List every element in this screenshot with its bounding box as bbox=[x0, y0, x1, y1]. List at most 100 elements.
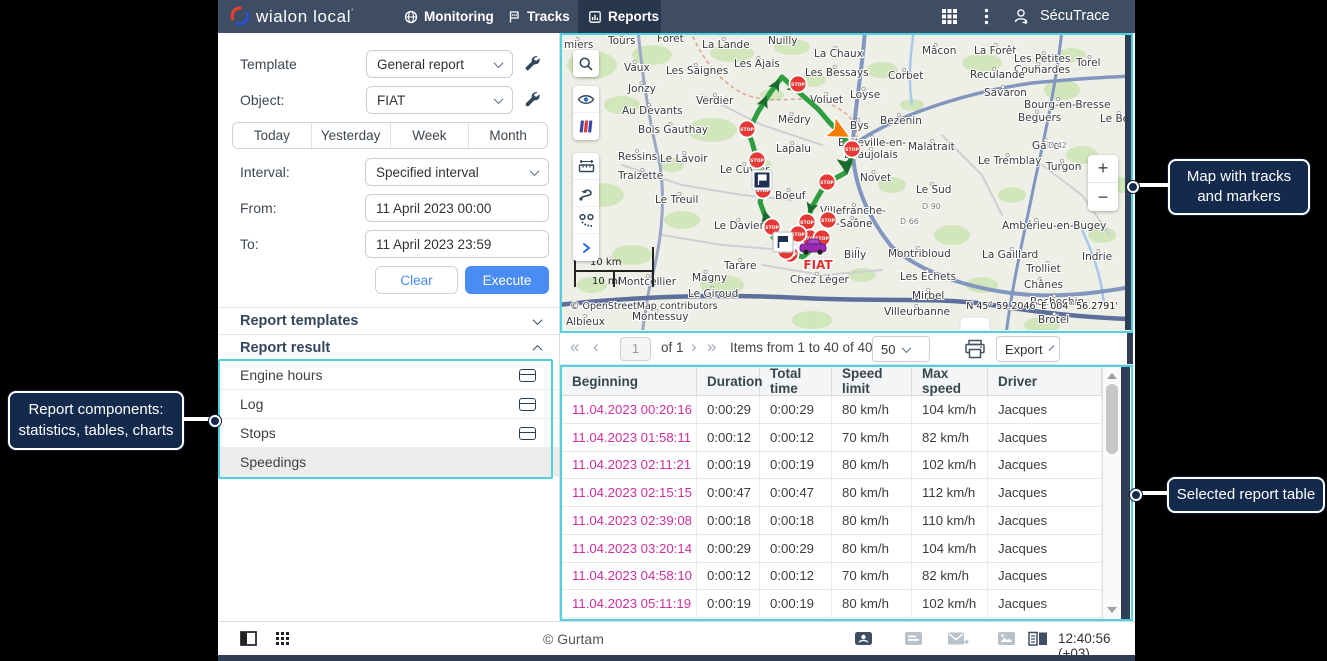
apps-dots-icon[interactable] bbox=[275, 631, 290, 651]
parking-flag-marker[interactable] bbox=[752, 170, 772, 190]
beginning-time-link[interactable]: 11.04.2023 05:11:19 bbox=[562, 590, 697, 617]
export-label: Export bbox=[1005, 342, 1043, 357]
user-account-name[interactable]: SécuTrace bbox=[1040, 8, 1110, 24]
wialon-logo-icon[interactable] bbox=[230, 6, 250, 26]
scrollbar-thumb[interactable] bbox=[1106, 384, 1118, 454]
map-panel[interactable]: miersToursForêtLa LandeNuillyLa ChauxMâc… bbox=[560, 33, 1133, 333]
operator-notices-icon[interactable] bbox=[854, 631, 873, 652]
media-icon[interactable] bbox=[997, 631, 1016, 652]
brand-name[interactable]: wialon localʼ bbox=[256, 7, 354, 27]
page-size-select[interactable]: 50 bbox=[872, 336, 930, 362]
interval-select[interactable]: Specified interval bbox=[365, 158, 549, 186]
map-place-label: Reculande bbox=[970, 69, 1025, 81]
expand-panel-icon[interactable] bbox=[573, 234, 599, 261]
map-search-icon[interactable] bbox=[573, 50, 599, 77]
speedings-table: BeginningDurationTotal timeSpeed limitMa… bbox=[562, 367, 1102, 619]
toggle-left-panel-icon[interactable] bbox=[240, 631, 257, 651]
zoom-out-button[interactable]: − bbox=[1088, 183, 1118, 211]
route-icon[interactable] bbox=[573, 180, 599, 207]
messages-icon[interactable] bbox=[947, 631, 969, 652]
scroll-down-arrow[interactable] bbox=[1107, 607, 1117, 613]
template-select[interactable]: General report bbox=[366, 50, 513, 78]
stop-marker[interactable]: STOP bbox=[820, 212, 837, 229]
period-yesterday-button[interactable]: Yesterday bbox=[312, 123, 391, 148]
map-layers-icon[interactable] bbox=[573, 113, 599, 140]
status-bar: © Gurtam 12:40:56 (+03) bbox=[218, 621, 1135, 655]
table-cell: 80 km/h bbox=[832, 535, 912, 562]
map-place-label: Chânes bbox=[1024, 279, 1063, 291]
ruler-icon[interactable] bbox=[573, 153, 599, 180]
clear-button[interactable]: Clear bbox=[375, 266, 458, 294]
to-datetime-input[interactable]: 11 April 2023 23:59 bbox=[365, 230, 549, 258]
report-pagination-bar: « ‹ 1 of 1 › » Items from 1 to 40 of 40 … bbox=[560, 333, 1133, 365]
nav-reports[interactable]: Reports bbox=[578, 0, 661, 33]
template-label: Template bbox=[240, 56, 297, 72]
table-row[interactable]: 11.04.2023 02:39:080:00:180:00:1880 km/h… bbox=[562, 507, 1102, 535]
apps-grid-icon[interactable] bbox=[941, 8, 958, 25]
parking-flag-marker[interactable] bbox=[773, 232, 793, 252]
stop-marker[interactable]: STOP bbox=[790, 76, 807, 93]
prev-page-button[interactable]: ‹ bbox=[593, 337, 599, 357]
report-result-item-log[interactable]: Log bbox=[218, 390, 559, 419]
layout-columns-icon[interactable] bbox=[1028, 631, 1048, 652]
zoom-in-button[interactable]: + bbox=[1088, 155, 1118, 183]
print-icon[interactable] bbox=[964, 339, 986, 362]
report-result-item-engine-hours[interactable]: Engine hours bbox=[218, 361, 559, 390]
beginning-time-link[interactable]: 11.04.2023 00:20:16 bbox=[562, 396, 697, 423]
stop-marker[interactable]: STOP bbox=[844, 141, 861, 158]
report-result-section-header[interactable]: Report result bbox=[218, 334, 559, 361]
page-number-input[interactable]: 1 bbox=[620, 337, 651, 361]
table-row[interactable]: 11.04.2023 04:58:100:00:120:00:1270 km/h… bbox=[562, 563, 1102, 591]
first-page-button[interactable]: « bbox=[570, 337, 579, 357]
table-row[interactable]: 11.04.2023 02:11:210:00:190:00:1980 km/h… bbox=[562, 452, 1102, 480]
user-icon[interactable] bbox=[1012, 7, 1030, 25]
report-templates-section-header[interactable]: Report templates bbox=[218, 307, 559, 334]
map-place-label: Ressins bbox=[618, 151, 657, 163]
period-month-button[interactable]: Month bbox=[469, 123, 547, 148]
beginning-time-link[interactable]: 11.04.2023 02:39:08 bbox=[562, 507, 697, 534]
table-cell: 0:00:18 bbox=[697, 507, 760, 534]
object-select[interactable]: FIAT bbox=[366, 86, 513, 114]
beginning-time-link[interactable]: 11.04.2023 01:58:11 bbox=[562, 424, 697, 451]
table-row[interactable]: 11.04.2023 01:58:110:00:120:00:1270 km/h… bbox=[562, 424, 1102, 452]
export-button[interactable]: Export bbox=[996, 336, 1060, 362]
table-cell: 70 km/h bbox=[832, 424, 912, 451]
beginning-time-link[interactable]: 11.04.2023 03:20:14 bbox=[562, 535, 697, 562]
stop-marker[interactable]: STOP bbox=[749, 152, 766, 169]
table-row[interactable]: 11.04.2023 03:20:140:00:290:00:2980 km/h… bbox=[562, 535, 1102, 563]
nav-monitoring-label: Monitoring bbox=[424, 9, 494, 24]
period-week-button[interactable]: Week bbox=[391, 123, 470, 148]
kebab-menu-icon[interactable] bbox=[984, 8, 989, 25]
stop-marker[interactable]: STOP bbox=[739, 121, 756, 138]
execute-button[interactable]: Execute bbox=[465, 266, 549, 294]
template-wrench-icon[interactable] bbox=[523, 54, 540, 76]
period-today-button[interactable]: Today bbox=[233, 123, 312, 148]
object-wrench-icon[interactable] bbox=[523, 90, 540, 112]
last-page-button[interactable]: » bbox=[707, 337, 716, 357]
report-result-item-speedings[interactable]: Speedings bbox=[218, 448, 559, 477]
beginning-time-link[interactable]: 11.04.2023 02:11:21 bbox=[562, 452, 697, 479]
table-row[interactable]: 11.04.2023 00:20:160:00:290:00:2980 km/h… bbox=[562, 396, 1102, 424]
beginning-time-link[interactable]: 11.04.2023 04:58:10 bbox=[562, 563, 697, 590]
table-row[interactable]: 11.04.2023 05:11:190:00:190:00:1980 km/h… bbox=[562, 590, 1102, 618]
report-icon bbox=[588, 10, 602, 24]
stop-marker[interactable]: STOP bbox=[819, 174, 836, 191]
visibility-eye-icon[interactable] bbox=[573, 86, 599, 113]
map-place-label: Tours bbox=[607, 35, 636, 47]
map-canvas[interactable]: miersToursForêtLa LandeNuillyLa ChauxMâc… bbox=[562, 35, 1130, 330]
map-place-label: Montcellier bbox=[618, 276, 677, 288]
notes-icon[interactable] bbox=[904, 631, 923, 652]
nav-monitoring[interactable]: Monitoring bbox=[394, 0, 504, 33]
next-page-button[interactable]: › bbox=[691, 337, 697, 357]
map-place-label: Albieux bbox=[566, 316, 605, 328]
nav-tracks[interactable]: Tracks bbox=[497, 0, 580, 33]
track-points-icon[interactable] bbox=[573, 207, 599, 234]
from-datetime-input[interactable]: 11 April 2023 00:00 bbox=[365, 194, 549, 222]
beginning-time-link[interactable]: 11.04.2023 02:15:15 bbox=[562, 479, 697, 506]
scroll-up-arrow[interactable] bbox=[1107, 373, 1117, 379]
map-attribution[interactable]: © OpenStreetMap contributors bbox=[570, 301, 718, 312]
callout-text: Selected report table bbox=[1169, 485, 1323, 505]
table-row[interactable]: 11.04.2023 02:15:150:00:470:00:4780 km/h… bbox=[562, 479, 1102, 507]
table-scrollbar[interactable] bbox=[1102, 367, 1121, 619]
report-result-item-stops[interactable]: Stops bbox=[218, 419, 559, 448]
